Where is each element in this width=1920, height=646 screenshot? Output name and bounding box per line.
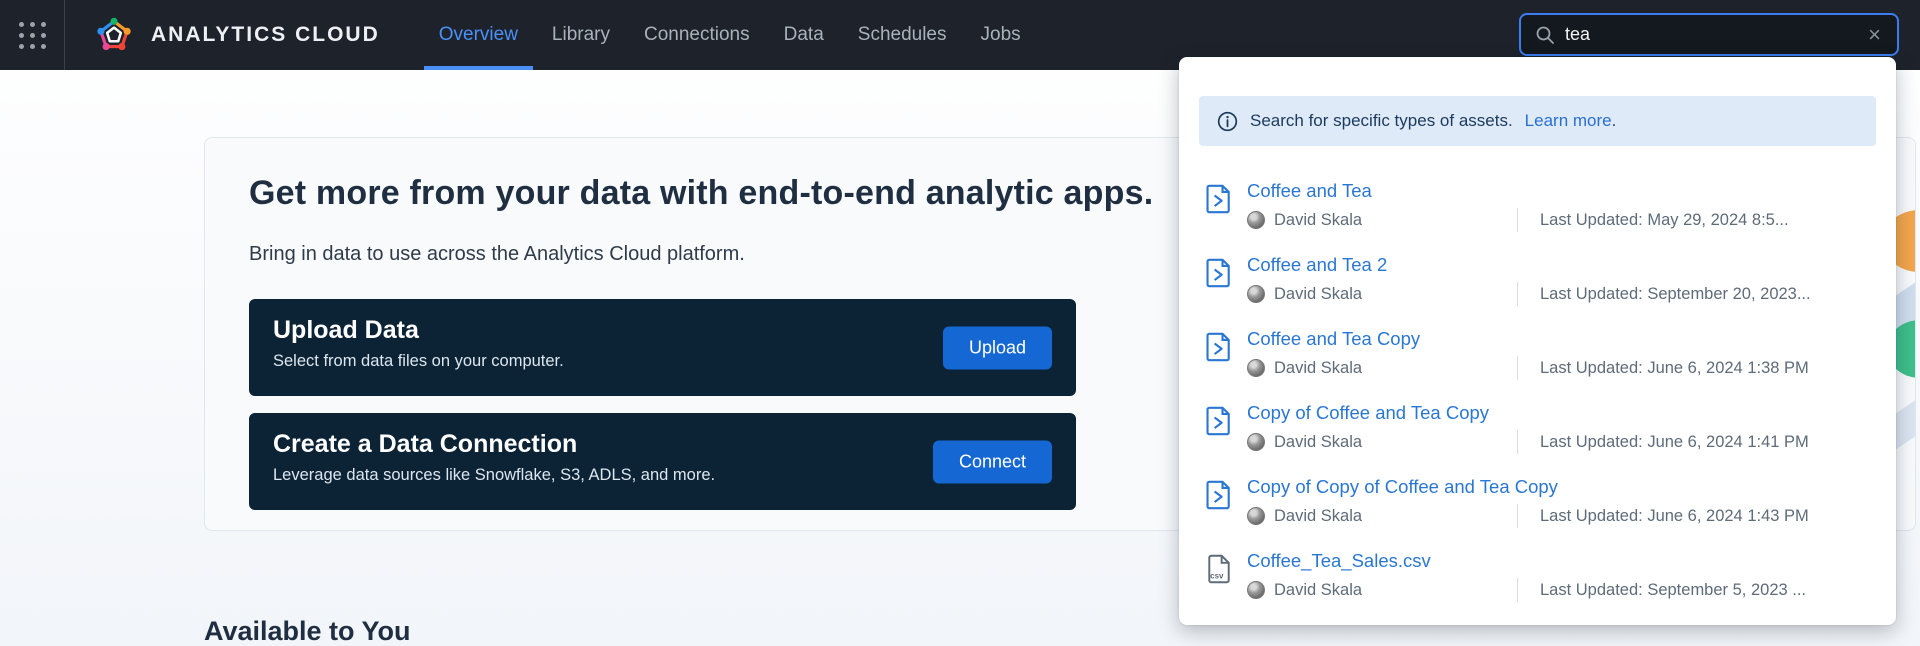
result-last-updated: Last Updated: June 6, 2024 1:41 PM [1540, 433, 1809, 452]
workflow-file-icon [1205, 402, 1233, 436]
meta-divider [1517, 356, 1518, 380]
nav-tab-data[interactable]: Data [767, 0, 841, 70]
result-owner: David Skala [1274, 359, 1362, 378]
upload-data-panel: Upload Data Select from data files on yo… [249, 299, 1076, 396]
owner-avatar [1247, 285, 1265, 303]
csv-file-icon: csv [1205, 550, 1233, 584]
result-last-updated: Last Updated: May 29, 2024 8:5... [1540, 211, 1789, 230]
info-circle-icon [1217, 111, 1238, 132]
clear-search-icon[interactable]: × [1866, 24, 1883, 46]
meta-divider [1517, 504, 1518, 528]
meta-divider [1517, 578, 1518, 602]
analytics-cloud-logo-icon [93, 14, 135, 56]
result-owner: David Skala [1274, 211, 1362, 230]
info-banner-text: Search for specific types of assets. [1250, 111, 1513, 131]
connect-button[interactable]: Connect [933, 440, 1052, 483]
info-banner-period: . [1612, 111, 1617, 130]
search-result-row[interactable]: Coffee and Tea David Skala Last Updated:… [1205, 180, 1870, 228]
result-owner: David Skala [1274, 433, 1362, 452]
search-icon [1535, 25, 1555, 45]
upload-button[interactable]: Upload [943, 326, 1052, 369]
workflow-file-icon [1205, 476, 1233, 510]
meta-divider [1517, 208, 1518, 232]
result-title-link[interactable]: Copy of Coffee and Tea Copy [1247, 402, 1489, 424]
main-nav: Overview Library Connections Data Schedu… [422, 0, 1038, 70]
result-title-link[interactable]: Coffee and Tea 2 [1247, 254, 1387, 276]
upload-panel-description: Select from data files on your computer. [273, 352, 1052, 371]
result-last-updated: Last Updated: June 6, 2024 1:43 PM [1540, 507, 1809, 526]
workflow-file-icon [1205, 254, 1233, 288]
navbar-divider [64, 0, 65, 70]
owner-avatar [1247, 359, 1265, 377]
result-title-link[interactable]: Coffee and Tea Copy [1247, 328, 1420, 350]
nav-tab-schedules[interactable]: Schedules [841, 0, 964, 70]
nav-tab-connections[interactable]: Connections [627, 0, 767, 70]
svg-text:csv: csv [1210, 572, 1224, 581]
brand-title: ANALYTICS CLOUD [151, 23, 380, 47]
available-to-you-heading: Available to You [204, 616, 411, 646]
nav-tab-library[interactable]: Library [535, 0, 627, 70]
search-result-row[interactable]: Coffee and Tea Copy David Skala Last Upd… [1205, 328, 1870, 376]
search-results-dropdown: Search for specific types of assets. Lea… [1179, 57, 1896, 625]
result-last-updated: Last Updated: September 20, 2023... [1540, 285, 1811, 304]
search-result-row[interactable]: Coffee and Tea 2 David Skala Last Update… [1205, 254, 1870, 302]
result-owner: David Skala [1274, 581, 1362, 600]
nav-tab-overview[interactable]: Overview [422, 0, 535, 70]
waffle-icon [19, 22, 46, 49]
nav-tab-jobs[interactable]: Jobs [964, 0, 1038, 70]
result-owner: David Skala [1274, 285, 1362, 304]
owner-avatar [1247, 433, 1265, 451]
search-result-row[interactable]: Copy of Copy of Coffee and Tea Copy Davi… [1205, 476, 1870, 524]
meta-divider [1517, 282, 1518, 306]
owner-avatar [1247, 581, 1265, 599]
workflow-file-icon [1205, 180, 1233, 214]
result-owner: David Skala [1274, 507, 1362, 526]
global-search-box[interactable]: × [1519, 13, 1899, 56]
search-result-row[interactable]: csv Coffee_Tea_Sales.csv David Skala Las… [1205, 550, 1870, 598]
owner-avatar [1247, 507, 1265, 525]
data-connection-panel: Create a Data Connection Leverage data s… [249, 413, 1076, 510]
result-title-link[interactable]: Copy of Copy of Coffee and Tea Copy [1247, 476, 1558, 498]
app-switcher-button[interactable] [0, 0, 64, 70]
search-results-list: Coffee and Tea David Skala Last Updated:… [1205, 180, 1870, 624]
workflow-file-icon [1205, 328, 1233, 362]
search-info-banner: Search for specific types of assets. Lea… [1199, 96, 1876, 146]
meta-divider [1517, 430, 1518, 454]
search-input[interactable] [1565, 24, 1866, 45]
result-title-link[interactable]: Coffee_Tea_Sales.csv [1247, 550, 1431, 572]
owner-avatar [1247, 211, 1265, 229]
result-title-link[interactable]: Coffee and Tea [1247, 180, 1372, 202]
upload-panel-title: Upload Data [273, 316, 1052, 345]
result-last-updated: Last Updated: September 5, 2023 ... [1540, 581, 1806, 600]
learn-more-link[interactable]: Learn more [1525, 111, 1612, 130]
result-last-updated: Last Updated: June 6, 2024 1:38 PM [1540, 359, 1809, 378]
search-result-row[interactable]: Copy of Coffee and Tea Copy David Skala … [1205, 402, 1870, 450]
